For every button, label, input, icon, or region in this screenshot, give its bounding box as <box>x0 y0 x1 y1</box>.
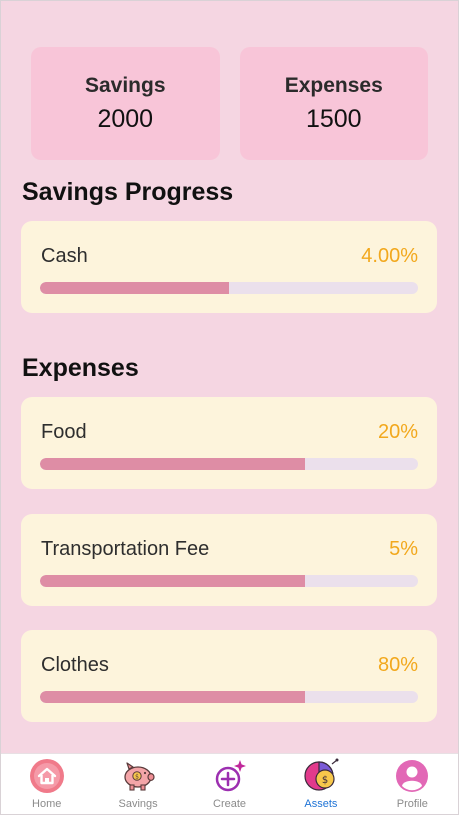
expense-item-percent: 80% <box>377 654 418 676</box>
progress-track <box>40 575 418 587</box>
expense-item-label: Transportation Fee <box>41 538 210 560</box>
expense-item-card[interactable]: Transportation Fee 5% <box>21 514 437 606</box>
expense-item-card[interactable]: Food 20% <box>21 397 437 489</box>
savings-item-label: Cash <box>41 245 88 267</box>
expense-item-percent: 20% <box>377 421 418 443</box>
progress-fill <box>40 575 305 587</box>
progress-fill <box>40 691 305 703</box>
nav-profile-label: Profile <box>396 798 428 810</box>
progress-track <box>40 282 418 294</box>
nav-create-label: Create <box>213 798 247 810</box>
expenses-summary-value: 1500 <box>305 105 362 134</box>
piggy-bank-icon: $ <box>124 762 155 791</box>
nav-savings[interactable]: $ Savings <box>92 754 183 814</box>
progress-fill <box>40 458 305 470</box>
pie-chart-coin-icon: $ <box>304 758 339 791</box>
expense-item-card[interactable]: Clothes 80% <box>21 630 437 722</box>
nav-home[interactable]: Home <box>1 754 92 814</box>
nav-create[interactable]: Create <box>184 754 275 814</box>
add-sparkle-icon <box>215 760 246 792</box>
nav-savings-label: Savings <box>118 798 158 810</box>
assets-content[interactable]: Savings 2000 Expenses 1500 Savings Progr… <box>1 1 458 753</box>
bottom-nav: Home $ Savings Create $ Assets Profile <box>1 753 458 814</box>
nav-home-label: Home <box>32 798 62 810</box>
summary-cards: Savings 2000 Expenses 1500 <box>31 47 428 160</box>
savings-summary-label: Savings <box>84 73 166 97</box>
expense-item-label: Food <box>41 421 87 443</box>
expense-item-percent: 5% <box>389 538 418 560</box>
nav-profile[interactable]: Profile <box>367 754 458 814</box>
progress-track <box>40 458 418 470</box>
app-screen: Savings 2000 Expenses 1500 Savings Progr… <box>0 0 459 815</box>
nav-assets-label: Assets <box>304 798 338 810</box>
expenses-title: Expenses <box>22 354 139 382</box>
savings-progress-title: Savings Progress <box>22 178 234 206</box>
expenses-summary-card[interactable]: Expenses 1500 <box>239 47 428 160</box>
svg-text:$: $ <box>135 774 139 781</box>
savings-summary-value: 2000 <box>97 105 154 134</box>
svg-text:$: $ <box>322 775 328 786</box>
progress-track <box>40 691 418 703</box>
expenses-summary-label: Expenses <box>284 73 383 97</box>
home-icon <box>29 759 64 793</box>
savings-item-percent: 4.00% <box>361 245 418 267</box>
progress-fill <box>40 282 229 294</box>
savings-item-card[interactable]: Cash 4.00% <box>21 221 437 313</box>
nav-assets[interactable]: $ Assets <box>275 754 366 814</box>
expense-item-label: Clothes <box>41 654 109 676</box>
savings-summary-card[interactable]: Savings 2000 <box>31 47 220 160</box>
user-icon <box>396 760 429 792</box>
